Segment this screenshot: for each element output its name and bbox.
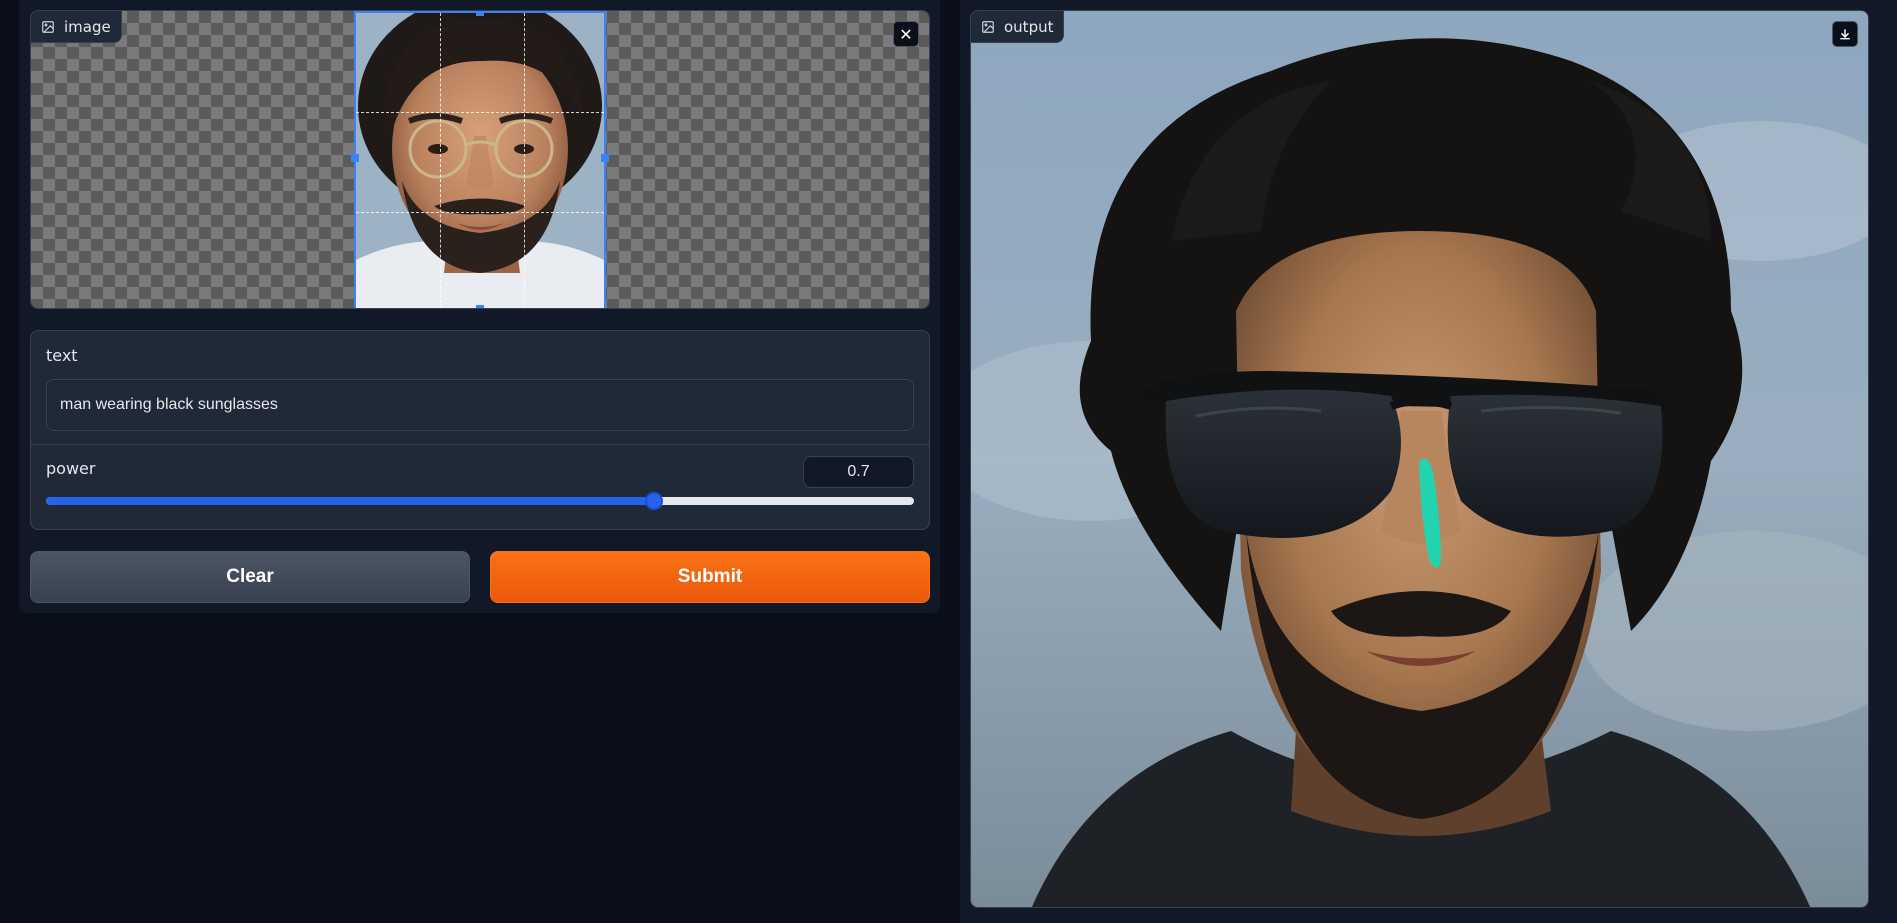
crop-handle-bottom[interactable] [476,305,484,308]
input-label-text: image [64,17,111,36]
output-panel: output [960,0,1897,923]
crop-box[interactable] [351,11,609,308]
power-slider-thumb[interactable] [644,492,663,510]
clear-button[interactable]: Clear [30,551,470,603]
output-image-block: output [970,10,1869,908]
form-block: text man wearing black sunglasses power … [30,330,930,530]
crop-guide-horizontal [356,112,604,113]
output-image-label: output [971,11,1065,43]
power-slider[interactable] [46,492,914,510]
output-label-text: output [1004,17,1054,36]
crop-guide-horizontal [356,212,604,213]
input-panel: image ✕ text man wearing black sunglasse… [19,0,940,613]
power-slider-fill [46,497,654,505]
submit-button[interactable]: Submit [490,551,930,603]
crop-handle-right[interactable] [601,154,609,162]
power-label: power [46,459,96,478]
power-number-input[interactable]: 0.7 [803,456,914,488]
download-button[interactable] [1832,21,1858,47]
download-icon [1840,29,1850,40]
text-input[interactable]: man wearing black sunglasses [46,379,914,431]
input-image-label: image [31,11,122,43]
crop-handle-top[interactable] [476,11,484,16]
divider [31,444,929,445]
crop-handle-left[interactable] [351,154,359,162]
image-icon [42,20,54,33]
text-label: text [46,346,78,365]
output-image [971,11,1868,907]
image-icon [982,20,994,33]
input-image-block[interactable]: image ✕ [30,10,930,309]
crop-guide-vertical [440,13,441,308]
crop-guide-vertical [524,13,525,308]
close-icon[interactable]: ✕ [893,21,919,47]
